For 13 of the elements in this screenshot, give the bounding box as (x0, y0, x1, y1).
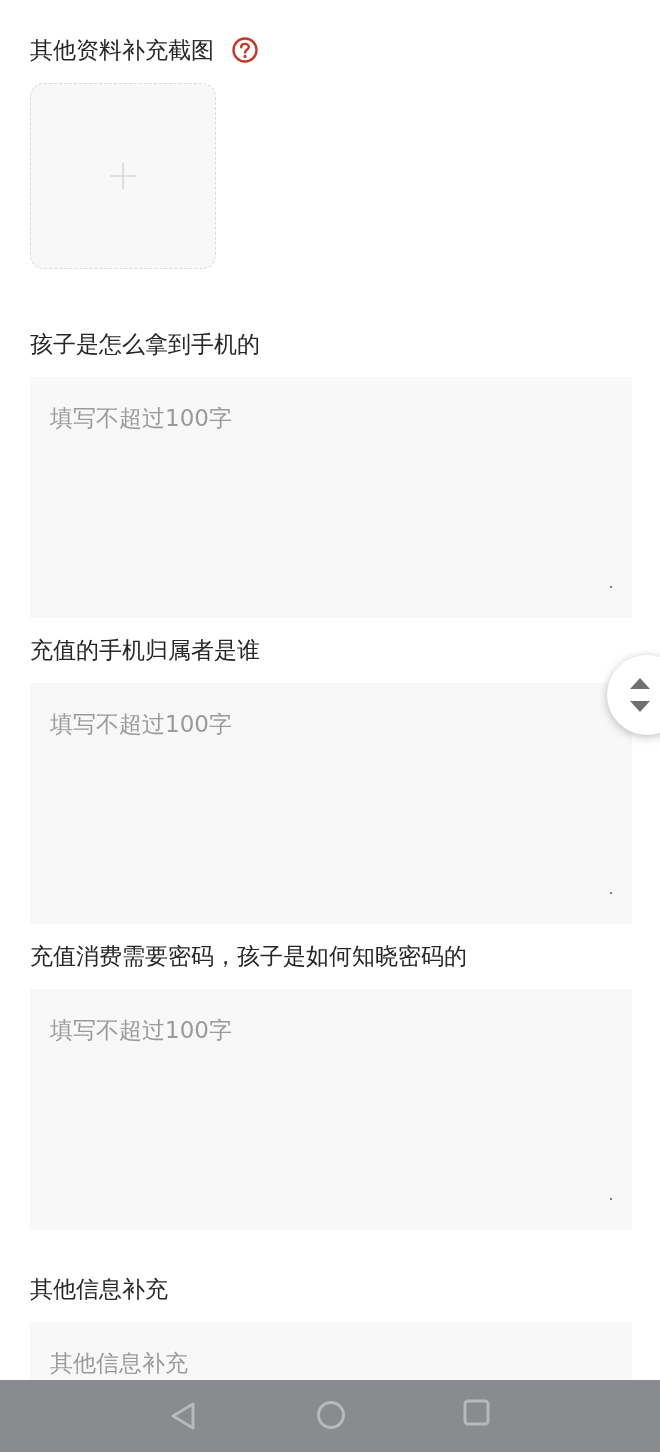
help-icon[interactable] (232, 37, 258, 63)
plus-icon (110, 163, 136, 189)
text-area[interactable]: 填写不超过100字 (30, 683, 632, 924)
down-arrow-icon[interactable] (630, 701, 650, 712)
text-area[interactable]: 其他信息补充 (30, 1322, 632, 1380)
field-label: 其他信息补充 (30, 1275, 168, 1304)
field-label: 充值的手机归属者是谁 (30, 636, 260, 665)
text-area[interactable]: 填写不超过100字 (30, 989, 632, 1230)
text-area[interactable]: 填写不超过100字 (30, 377, 632, 618)
field-label: 其他资料补充截图 (30, 36, 214, 65)
field-label: 孩子是怎么拿到手机的 (30, 330, 260, 359)
field-label: 充值消费需要密码，孩子是如何知晓密码的 (30, 942, 467, 971)
up-arrow-icon[interactable] (630, 678, 650, 689)
